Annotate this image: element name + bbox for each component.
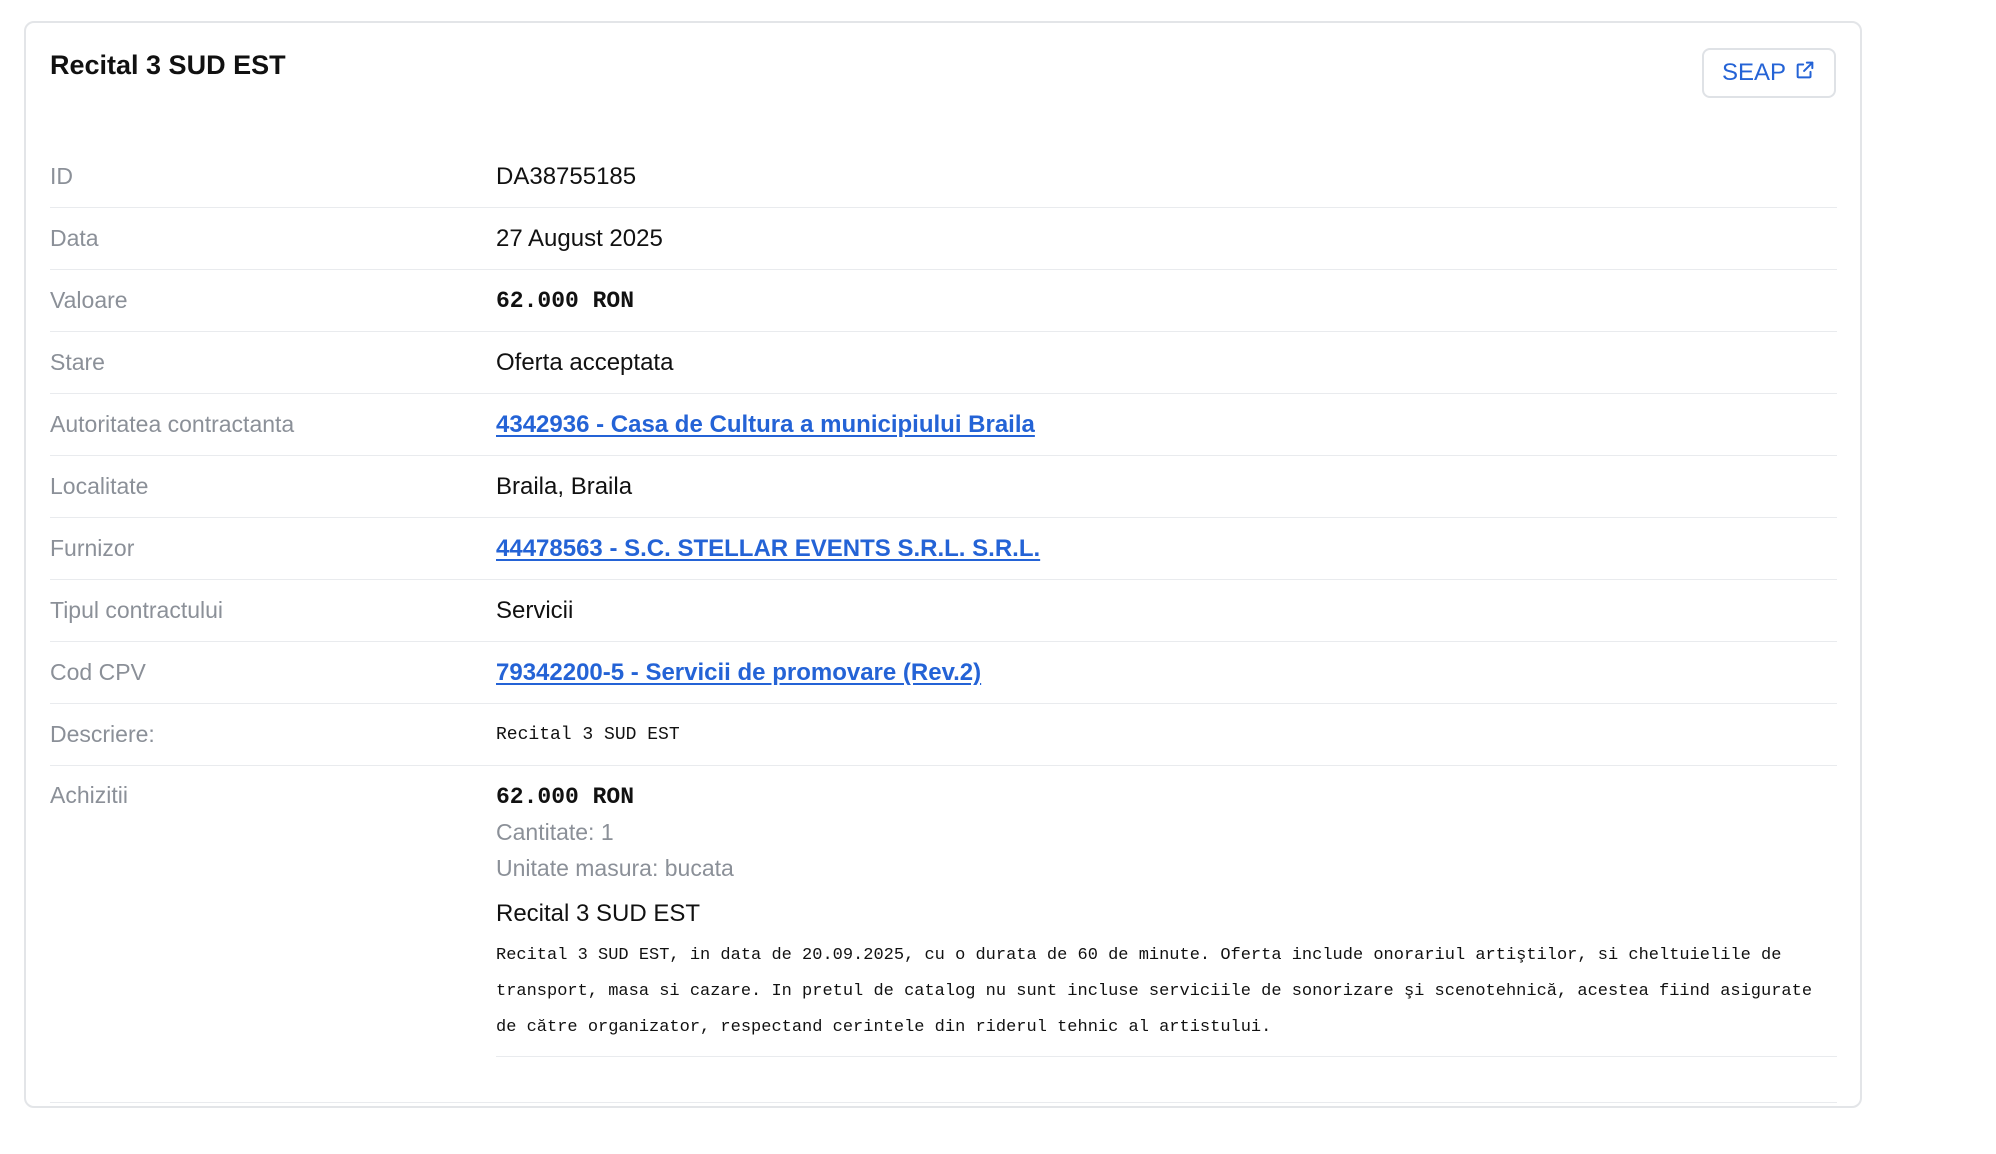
acquisition-description: Recital 3 SUD EST, in data de 20.09.2025… xyxy=(496,946,1813,1037)
seap-button[interactable]: SEAP xyxy=(1702,48,1836,98)
external-link-icon xyxy=(1794,59,1816,88)
row-id: ID DA38755185 xyxy=(50,146,1837,208)
row-tip-contract: Tipul contractului Servicii xyxy=(50,580,1837,642)
row-label: Furnizor xyxy=(50,535,135,561)
details-table: ID DA38755185 Data 27 August 2025 Valoar… xyxy=(50,146,1837,1103)
row-label: Autoritatea contractanta xyxy=(50,411,295,437)
card-title: Recital 3 SUD EST xyxy=(50,50,286,80)
row-label: Descriere: xyxy=(50,721,155,747)
row-autoritate: Autoritatea contractanta 4342936 - Casa … xyxy=(50,394,1837,456)
row-label: Cod CPV xyxy=(50,659,146,685)
contract-type-value: Servicii xyxy=(496,596,574,624)
supplier-link[interactable]: 44478563 - S.C. STELLAR EVENTS S.R.L. S.… xyxy=(496,535,1040,562)
id-value: DA38755185 xyxy=(496,162,637,190)
locality-value: Braila, Braila xyxy=(496,472,633,500)
cpv-link[interactable]: 79342200-5 - Servicii de promovare (Rev.… xyxy=(496,659,981,686)
row-label: Localitate xyxy=(50,473,149,499)
row-localitate: Localitate Braila, Braila xyxy=(50,456,1837,518)
row-achizitii: Achizitii 62.000 RON Cantitate: 1 Unitat… xyxy=(50,766,1837,1103)
seap-button-label: SEAP xyxy=(1721,59,1787,86)
contract-card: Recital 3 SUD EST SEAP ID DA38755185 Dat… xyxy=(24,21,1862,1108)
acquisition-item: 62.000 RON Cantitate: 1 Unitate masura: … xyxy=(496,780,1837,1057)
row-cod-cpv: Cod CPV 79342200-5 - Servicii de promova… xyxy=(50,642,1837,704)
acquisition-price: 62.000 RON xyxy=(496,784,635,810)
cpv-cell: 79342200-5 - Servicii de promovare (Rev.… xyxy=(496,659,1837,687)
status-value: Oferta acceptata xyxy=(496,348,674,376)
authority-link[interactable]: 4342936 - Casa de Cultura a municipiului… xyxy=(496,411,1035,438)
row-label: Data xyxy=(50,225,99,251)
authority-cell: 4342936 - Casa de Cultura a municipiului… xyxy=(496,411,1837,439)
acquisition-unit: Unitate masura: bucata xyxy=(496,855,734,881)
row-valoare: Valoare 62.000 RON xyxy=(50,270,1837,332)
row-data: Data 27 August 2025 xyxy=(50,208,1837,270)
acquisition-quantity: Cantitate: 1 xyxy=(496,819,614,845)
row-label: Stare xyxy=(50,349,105,375)
row-furnizor: Furnizor 44478563 - S.C. STELLAR EVENTS … xyxy=(50,518,1837,580)
row-label: Tipul contractului xyxy=(50,597,224,623)
row-stare: Stare Oferta acceptata xyxy=(50,332,1837,394)
acquisitions-list: 62.000 RON Cantitate: 1 Unitate masura: … xyxy=(496,766,1837,1057)
description-value: Recital 3 SUD EST xyxy=(496,724,680,745)
acquisition-title: Recital 3 SUD EST xyxy=(496,900,701,927)
row-label: Achizitii xyxy=(50,782,128,808)
supplier-cell: 44478563 - S.C. STELLAR EVENTS S.R.L. S.… xyxy=(496,535,1837,563)
date-value: 27 August 2025 xyxy=(496,224,663,252)
row-label: Valoare xyxy=(50,287,128,313)
row-descriere: Descriere: Recital 3 SUD EST xyxy=(50,704,1837,766)
amount-value: 62.000 RON xyxy=(496,287,635,314)
row-label: ID xyxy=(50,163,73,189)
